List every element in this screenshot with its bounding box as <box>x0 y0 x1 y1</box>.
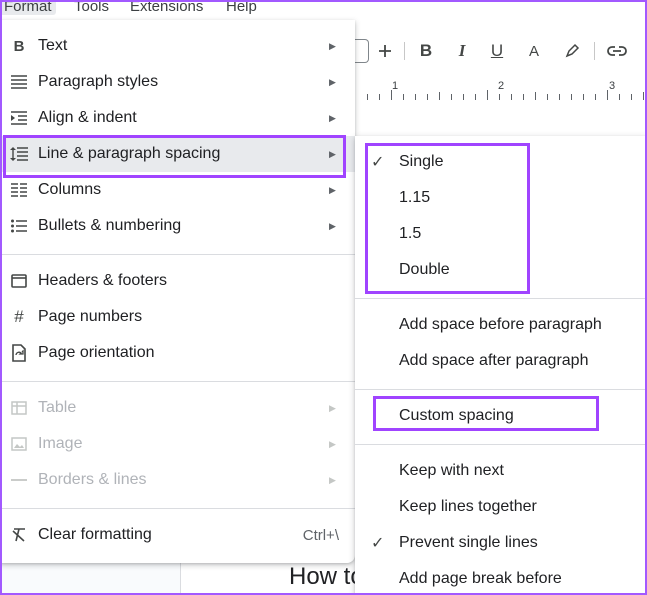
checkmark-icon: ✓ <box>371 535 385 552</box>
underline-icon[interactable]: U <box>486 40 508 62</box>
submenu-divider <box>355 389 647 390</box>
highlight-spacing-options <box>365 143 530 294</box>
plus-icon[interactable] <box>374 40 396 62</box>
bold-icon: B <box>13 37 25 55</box>
menu-item-align-indent[interactable]: Align & indent ▶ <box>0 100 355 136</box>
menu-item-clear-formatting[interactable]: Clear formatting Ctrl+\ <box>0 517 355 553</box>
menu-item-label: Table <box>38 399 77 416</box>
add-space-after-paragraph[interactable]: Add space after paragraph <box>355 343 647 379</box>
menu-item-label: Page numbers <box>38 308 143 325</box>
submenu-arrow-icon: ▶ <box>329 438 336 449</box>
page-orientation-icon <box>10 344 28 362</box>
italic-icon[interactable]: I <box>451 40 473 62</box>
menu-divider <box>0 254 355 255</box>
menu-item-table: Table ▶ <box>0 390 355 426</box>
submenu-arrow-icon: ▶ <box>329 40 336 51</box>
submenu-arrow-icon: ▶ <box>329 76 336 87</box>
ruler-mark: 2 <box>498 80 505 92</box>
menu-help[interactable]: Help <box>222 0 261 15</box>
submenu-divider <box>355 444 647 445</box>
menu-item-image: Image ▶ <box>0 426 355 462</box>
menu-item-paragraph-styles[interactable]: Paragraph styles ▶ <box>0 64 355 100</box>
menu-divider <box>0 508 355 509</box>
submenu-arrow-icon: ▶ <box>329 184 336 195</box>
submenu-divider <box>355 298 647 299</box>
submenu-arrow-icon: ▶ <box>329 112 336 123</box>
menu-item-label: Paragraph styles <box>38 73 159 90</box>
bold-icon[interactable]: B <box>415 40 437 62</box>
menu-item-label: Columns <box>38 181 102 198</box>
highlight-custom-spacing <box>373 396 599 431</box>
menu-item-label: Align & indent <box>38 109 137 126</box>
toolbar-divider <box>404 42 405 60</box>
paragraph-styles-icon <box>10 73 28 91</box>
menu-item-page-numbers[interactable]: # Page numbers <box>0 299 355 335</box>
menu-item-page-orientation[interactable]: Page orientation <box>0 335 355 371</box>
borders-icon <box>10 471 28 489</box>
submenu-arrow-icon: ▶ <box>329 474 336 485</box>
submenu-arrow-icon: ▶ <box>329 220 336 231</box>
menu-item-borders-lines: Borders & lines ▶ <box>0 462 355 498</box>
clear-formatting-icon <box>10 526 28 544</box>
bulleted-list-icon <box>10 217 28 235</box>
keep-lines-together[interactable]: Keep lines together <box>355 489 647 525</box>
highlight-line-spacing <box>3 135 346 178</box>
link-icon[interactable] <box>606 40 628 62</box>
format-menu: B Text ▶ Paragraph styles ▶ Align & inde… <box>0 20 355 563</box>
font-size-box[interactable] <box>355 39 369 63</box>
toolbar-divider <box>594 42 595 60</box>
menu-item-text[interactable]: B Text ▶ <box>0 28 355 64</box>
text-color-icon[interactable]: A <box>523 40 545 62</box>
submenu-item-label: Add space before paragraph <box>399 316 602 333</box>
menu-extensions[interactable]: Extensions <box>126 0 207 15</box>
columns-icon <box>10 181 28 199</box>
menu-item-label: Bullets & numbering <box>38 217 182 234</box>
hash-icon: # <box>14 307 24 326</box>
menu-item-label: Borders & lines <box>38 471 147 488</box>
submenu-item-label: Keep lines together <box>399 498 537 515</box>
table-icon <box>10 399 28 417</box>
menu-item-label: Headers & footers <box>38 272 167 289</box>
add-space-before-paragraph[interactable]: Add space before paragraph <box>355 307 647 343</box>
ruler: 1 2 3 <box>355 80 647 100</box>
submenu-arrow-icon: ▶ <box>329 402 336 413</box>
submenu-item-label: Keep with next <box>399 462 504 479</box>
submenu-item-label: Add space after paragraph <box>399 352 589 369</box>
menu-item-label: Image <box>38 435 83 452</box>
menubar: Format Tools Extensions Help <box>0 0 647 18</box>
add-page-break-before[interactable]: Add page break before <box>355 561 647 595</box>
prevent-single-lines[interactable]: ✓ Prevent single lines <box>355 525 647 561</box>
menu-item-bullets-numbering[interactable]: Bullets & numbering ▶ <box>0 208 355 244</box>
indent-icon <box>10 109 28 127</box>
menu-item-label: Clear formatting <box>38 526 152 543</box>
menu-item-headers-footers[interactable]: Headers & footers <box>0 263 355 299</box>
keyboard-shortcut: Ctrl+\ <box>302 526 339 544</box>
keep-with-next[interactable]: Keep with next <box>355 453 647 489</box>
submenu-item-label: Add page break before <box>399 570 562 587</box>
submenu-item-label: Prevent single lines <box>399 534 538 551</box>
highlight-icon[interactable] <box>561 40 583 62</box>
document-heading: How to <box>289 563 364 590</box>
menu-item-label: Page orientation <box>38 344 155 361</box>
header-footer-icon <box>10 272 28 290</box>
menu-item-label: Text <box>38 37 68 54</box>
ruler-mark: 1 <box>392 80 399 92</box>
ruler-mark: 3 <box>609 80 616 92</box>
menu-format[interactable]: Format <box>0 0 56 15</box>
menu-tools[interactable]: Tools <box>70 0 113 15</box>
image-icon <box>10 435 28 453</box>
menu-divider <box>0 381 355 382</box>
